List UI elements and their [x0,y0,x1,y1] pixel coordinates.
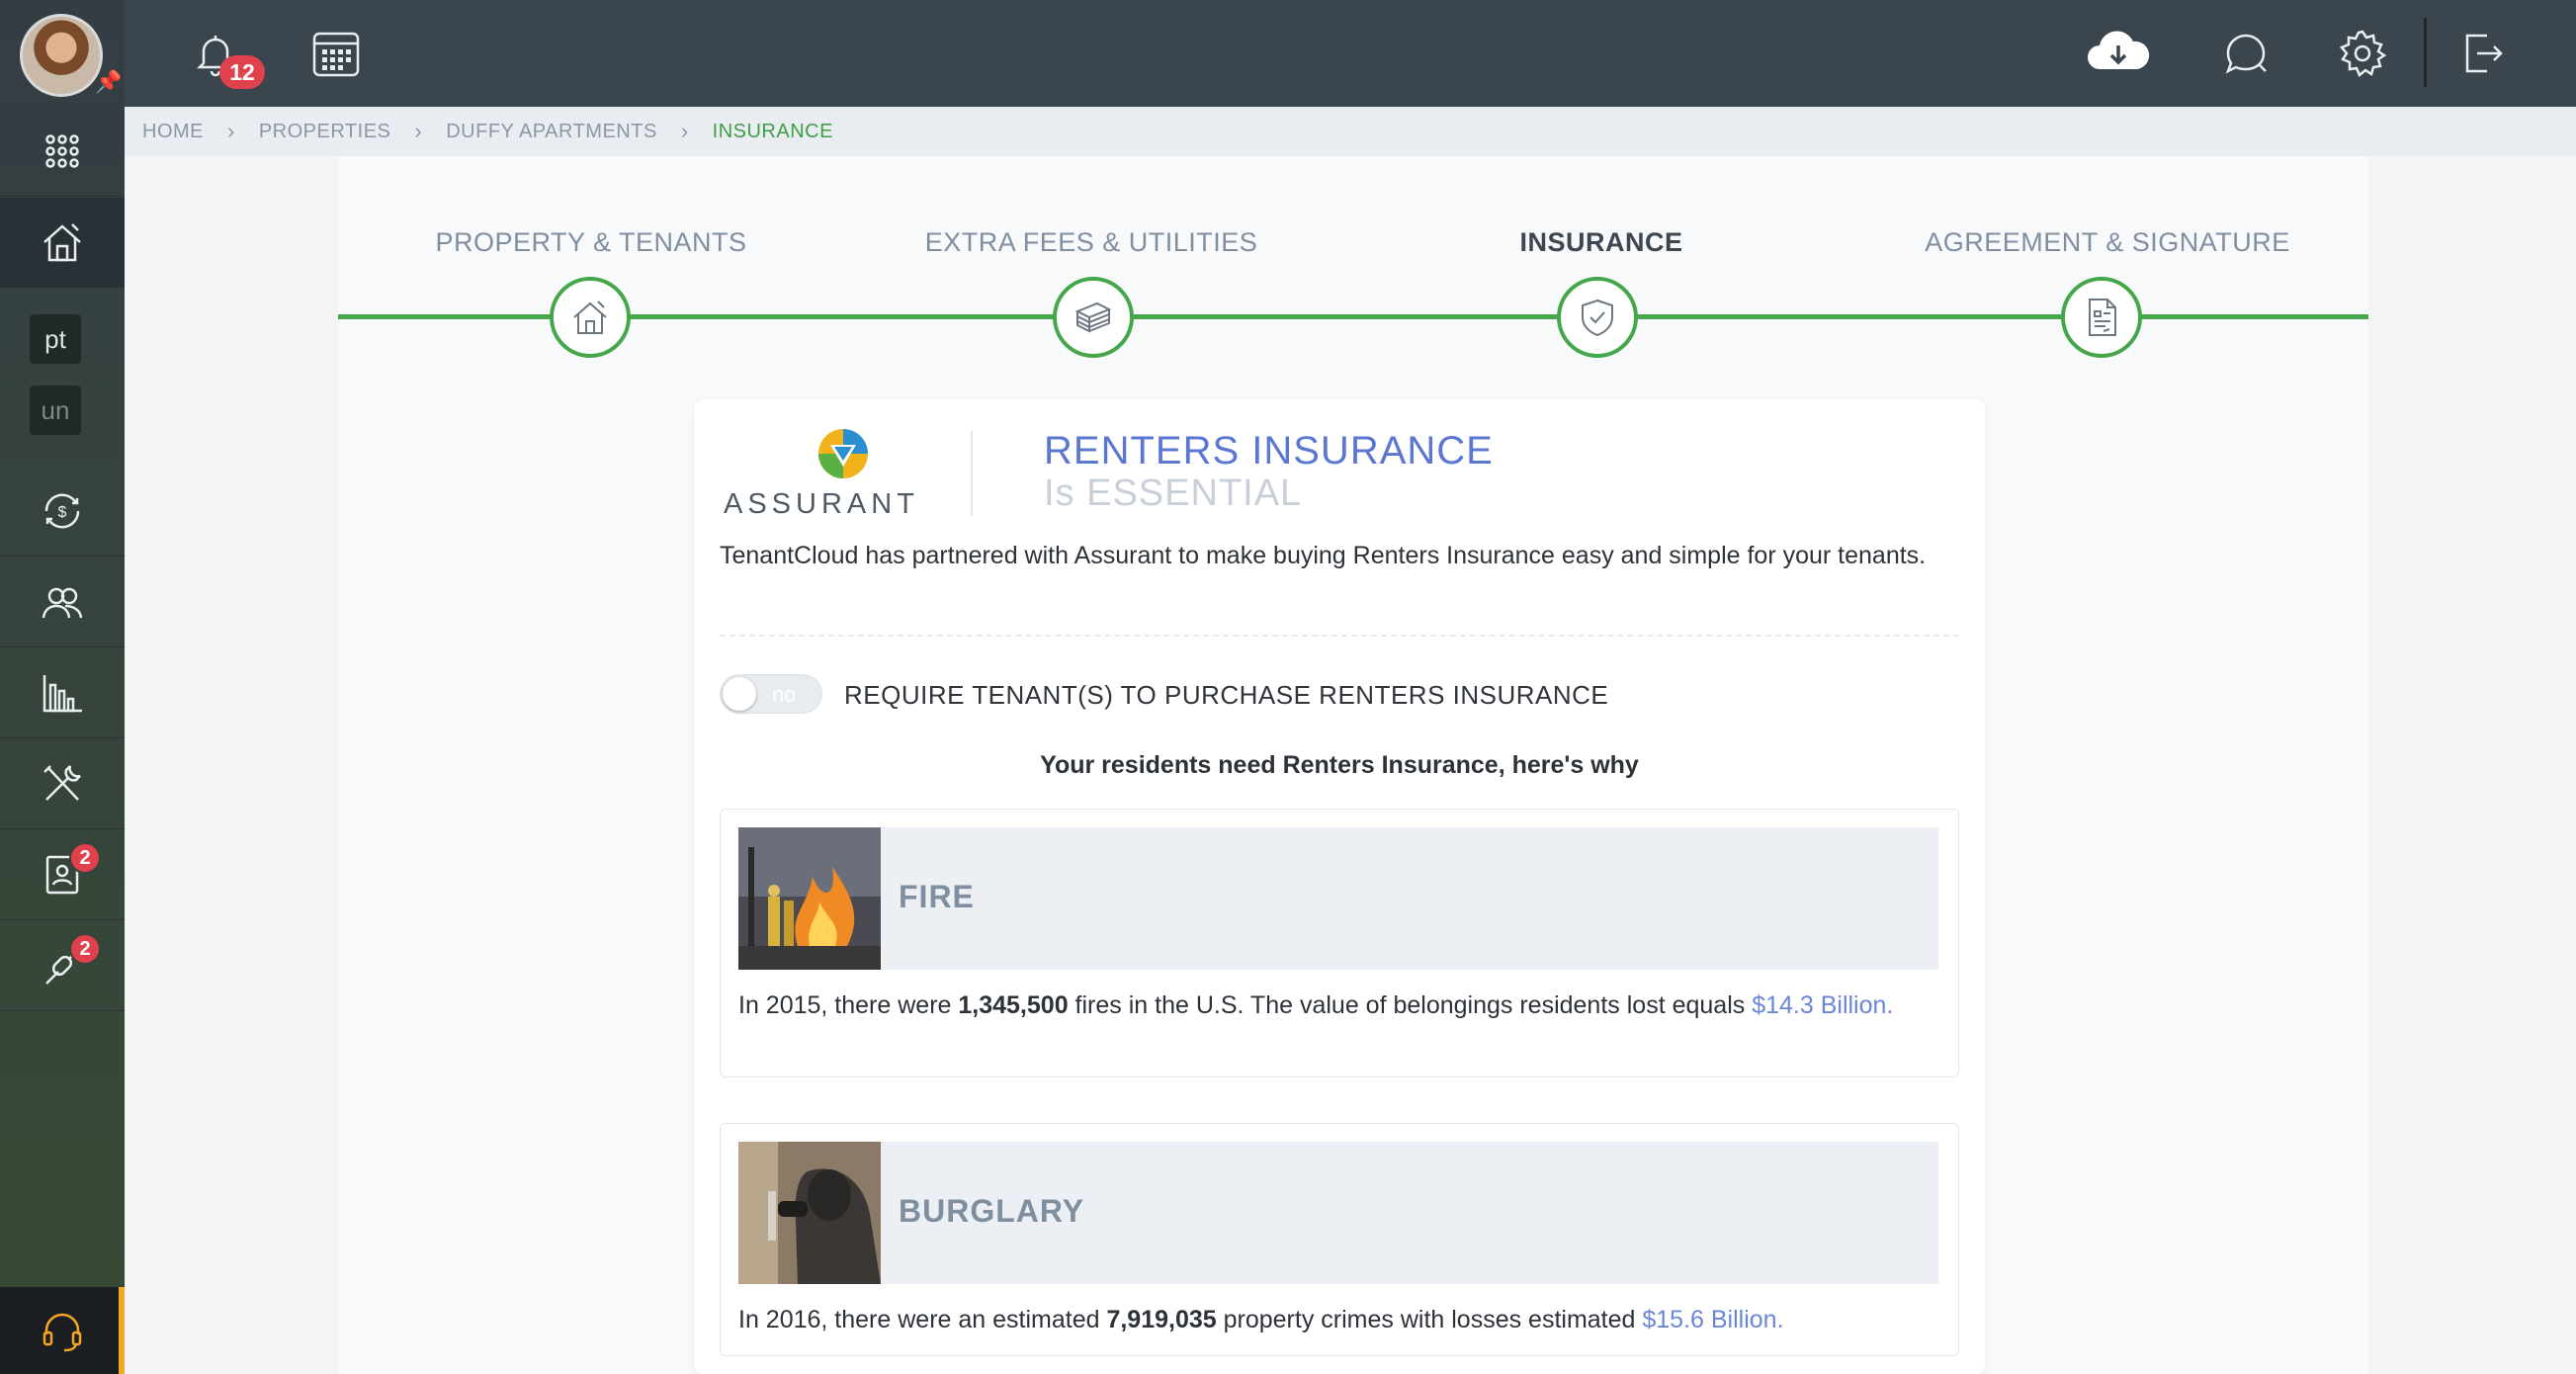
calendar-button[interactable] [308,26,364,81]
risk-header: FIRE [738,827,1938,970]
require-insurance-label[interactable]: REQUIRE TENANT(S) TO PURCHASE RENTERS IN… [844,680,1608,711]
step-label-insurance[interactable]: INSURANCE [1344,227,1858,258]
step-insurance[interactable] [1557,277,1638,358]
sidebar-box-pt[interactable]: pt [30,314,81,364]
sidebar-item-payments[interactable]: $ [0,467,125,557]
settings-button[interactable] [2335,26,2390,81]
house-icon [573,301,607,334]
breadcrumb-property[interactable]: DUFFY APARTMENTS [446,121,657,143]
house-icon [43,223,81,262]
fire-loss-amount: $14.3 Billion. [1752,991,1894,1019]
document-sign-icon [2089,299,2116,336]
breadcrumb-home[interactable]: HOME [142,121,204,143]
logo-divider [971,431,973,516]
risk-text-part: fires in the U.S. The value of belonging… [1068,991,1753,1019]
grid-icon [45,134,79,168]
users-icon [42,587,83,619]
support-accent-bar [119,1287,125,1374]
why-heading: Your residents need Renters Insurance, h… [1040,751,1639,779]
download-button[interactable] [2084,26,2153,81]
step-label-extra-fees[interactable]: EXTRA FEES & UTILITIES [834,227,1348,258]
assurant-logo-text: ASSURANT [724,488,919,520]
sidebar-item-apps[interactable] [0,107,125,197]
lease-wizard: PROPERTY & TENANTS EXTRA FEES & UTILITIE… [338,156,2368,1374]
screening-badge: 2 [69,842,101,874]
notifications-badge: 12 [219,55,265,89]
gear-icon [2339,30,2387,78]
burglary-loss-amount: $15.6 Billion. [1642,1306,1784,1333]
chevron-right-icon: › [680,119,689,143]
logout-icon [2465,34,2503,73]
step-label-property-tenants[interactable]: PROPERTY & TENANTS [334,227,848,258]
shield-check-icon [1582,299,1613,337]
chat-icon [2225,34,2267,74]
step-extra-fees[interactable] [1053,277,1134,358]
intro-text: TenantCloud has partnered with Assurant … [720,542,1927,569]
insurance-card: ASSURANT RENTERS INSURANCE Is ESSENTIAL … [694,399,1985,1374]
fire-photo [738,827,881,970]
breadcrumb: HOME › PROPERTIES › DUFFY APARTMENTS › I… [125,107,2576,156]
risk-card-fire: FIRE In 2015, there were 1,345,500 fires… [720,809,1959,1077]
bar-chart-icon [43,675,82,713]
require-insurance-toggle[interactable]: no [720,674,822,714]
breadcrumb-properties[interactable]: PROPERTIES [259,121,391,143]
sidebar-item-reports[interactable] [0,648,125,738]
chevron-right-icon: › [227,119,235,143]
money-stack-icon [1074,301,1112,333]
card-subtitle: Is ESSENTIAL [1044,472,1303,514]
messages-button[interactable] [2218,26,2274,81]
step-label-agreement[interactable]: AGREEMENT & SIGNATURE [1850,227,2364,258]
risk-text-part: In 2016, there were an estimated [738,1306,1107,1333]
assurant-logo-icon [818,429,868,478]
sidebar-item-screening[interactable] [0,830,125,920]
risk-title-burglary: BURGLARY [899,1193,1085,1229]
step-agreement[interactable] [2061,277,2142,358]
logout-button[interactable] [2455,26,2511,81]
user-avatar[interactable] [20,14,103,97]
burglary-count: 7,919,035 [1106,1306,1217,1333]
calendar-icon [312,32,360,77]
top-bar: 12 [125,0,2576,107]
step-property-tenants[interactable] [550,277,631,358]
headset-icon [43,1313,82,1352]
topbar-divider [2424,18,2427,87]
support-button[interactable] [0,1287,125,1374]
pin-icon[interactable]: 📌 [95,69,122,95]
risk-text-part: property crimes with losses estimated [1216,1306,1643,1333]
links-badge: 2 [69,933,101,965]
sidebar-item-links[interactable] [0,921,125,1011]
chevron-right-icon: › [414,119,423,143]
sidebar-item-maintenance[interactable] [0,739,125,829]
risk-header: BURGLARY [738,1142,1938,1284]
cloud-download-icon [2088,31,2150,69]
risk-card-burglary: BURGLARY In 2016, there were an estimate… [720,1123,1959,1356]
risk-text-part: In 2015, there were [738,991,959,1019]
sidebar-box-un[interactable]: un [30,386,81,435]
risk-title-fire: FIRE [899,879,975,914]
svg-text:$: $ [58,504,67,521]
toggle-knob [723,677,756,711]
toggle-state: no [772,682,797,707]
sidebar-item-contacts[interactable] [0,558,125,647]
sidebar: 📌 pt un $ 2 2 [0,0,125,1374]
risk-text-fire: In 2015, there were 1,345,500 fires in t… [738,988,1915,1023]
tools-icon [43,765,81,801]
card-title: RENTERS INSURANCE [1044,429,1494,472]
burglary-photo [738,1142,881,1284]
money-cycle-icon: $ [44,493,80,529]
assurant-logo: ASSURANT [720,423,914,522]
fire-count: 1,345,500 [958,991,1069,1019]
risk-text-burglary: In 2016, there were an estimated 7,919,0… [738,1302,1915,1337]
dashed-divider [720,635,1959,637]
breadcrumb-current: INSURANCE [712,120,833,142]
sidebar-item-properties[interactable] [0,198,125,288]
